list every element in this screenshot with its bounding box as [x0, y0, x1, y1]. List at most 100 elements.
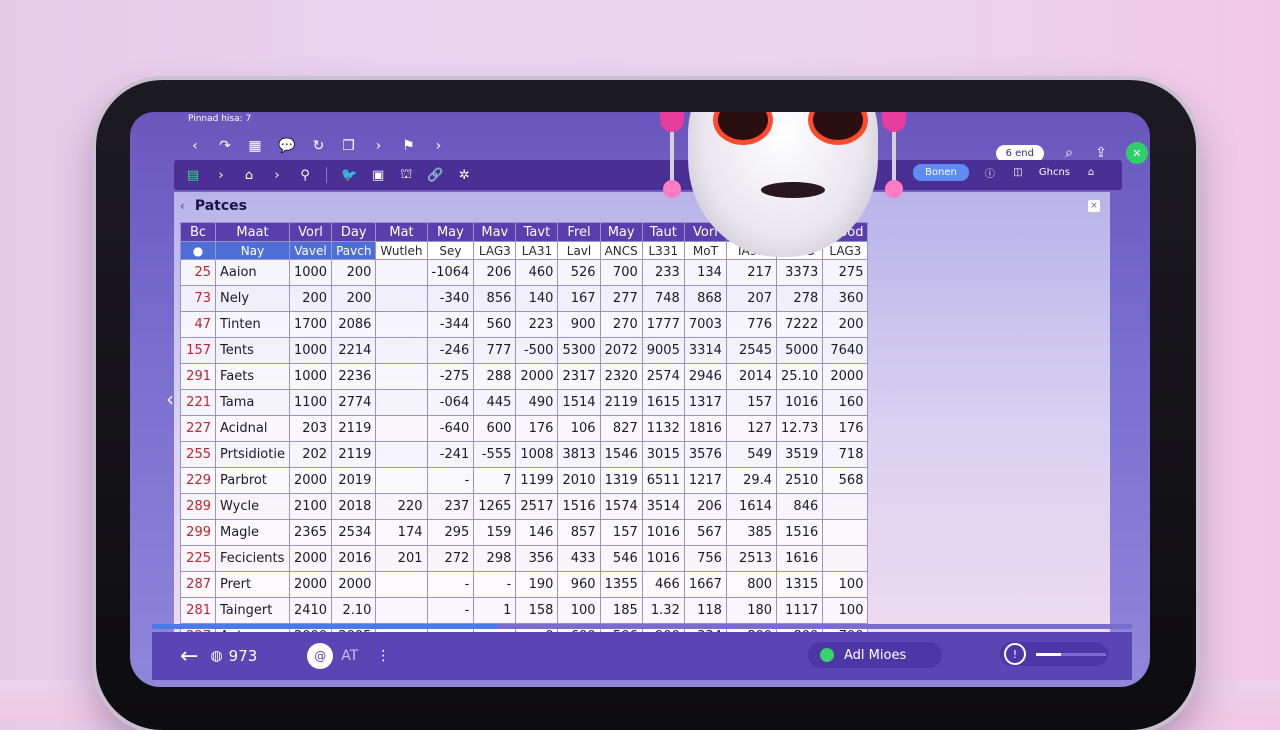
table-cell[interactable]: 1777 — [641, 311, 685, 338]
table-cell[interactable]: 2410 — [288, 597, 333, 624]
table-cell[interactable]: 2320 — [599, 363, 643, 390]
table-cell[interactable]: 2513 — [725, 545, 778, 572]
table-row[interactable]: 47 Tinten 1700 2086 -344 560 223 900 270 1777 7003… — [180, 311, 869, 338]
table-cell[interactable]: -344 — [426, 311, 475, 338]
table-cell[interactable]: 174 — [375, 519, 428, 546]
table-cell[interactable]: 140 — [515, 285, 559, 312]
table-cell[interactable]: 800 — [725, 571, 778, 598]
table-cell[interactable]: 295 — [426, 519, 475, 546]
copy-icon[interactable]: ❐ — [341, 138, 355, 154]
column-subheader[interactable]: Wutleh — [375, 241, 428, 260]
table-cell[interactable]: 227 — [180, 415, 216, 442]
table-cell[interactable]: 2.10 — [331, 597, 377, 624]
back-icon[interactable]: ‹ — [188, 138, 202, 154]
table-cell[interactable]: 2365 — [288, 519, 333, 546]
table-cell[interactable]: 1574 — [599, 493, 643, 520]
table-cell[interactable]: 1319 — [599, 467, 643, 494]
table-cell[interactable]: 385 — [725, 519, 778, 546]
table-cell[interactable]: 2000 — [288, 467, 333, 494]
redo-icon[interactable]: ↷ — [218, 138, 232, 154]
table-cell[interactable] — [375, 467, 428, 494]
table-cell[interactable]: 2774 — [331, 389, 377, 416]
table-cell[interactable]: 868 — [683, 285, 727, 312]
table-cell[interactable]: 900 — [557, 311, 601, 338]
table-cell[interactable]: 73 — [180, 285, 216, 312]
table-cell[interactable]: 2018 — [331, 493, 377, 520]
table-cell[interactable]: 360 — [822, 285, 869, 312]
table-row[interactable]: 157 Tents 1000 2214 -246 777 -500 5300 2072 9005 3… — [180, 337, 869, 364]
table-cell[interactable]: Fecicients — [215, 545, 290, 572]
table-cell[interactable]: - — [426, 467, 475, 494]
table-cell[interactable]: 6511 — [641, 467, 685, 494]
table-cell[interactable]: 2119 — [599, 389, 643, 416]
table-cell[interactable]: 756 — [683, 545, 727, 572]
table-cell[interactable]: 827 — [599, 415, 643, 442]
table-cell[interactable]: 567 — [683, 519, 727, 546]
table-cell[interactable]: 299 — [180, 519, 216, 546]
table-cell[interactable]: 2214 — [331, 337, 377, 364]
table-cell[interactable]: 1016 — [776, 389, 824, 416]
table-cell[interactable]: 1.32 — [641, 597, 685, 624]
column-subheader[interactable]: LA31 — [515, 241, 559, 260]
table-cell[interactable]: 2119 — [331, 415, 377, 442]
table-cell[interactable]: 2119 — [331, 441, 377, 468]
table-cell[interactable]: 206 — [683, 493, 727, 520]
column-header[interactable]: Frel — [557, 222, 601, 242]
table-cell[interactable]: 237 — [426, 493, 475, 520]
table-cell[interactable]: 118 — [683, 597, 727, 624]
panel-back-icon[interactable]: ‹ — [180, 199, 185, 213]
back-arrow-icon[interactable]: ← — [180, 644, 198, 669]
table-cell[interactable] — [375, 337, 428, 364]
table-cell[interactable]: -246 — [426, 337, 475, 364]
table-cell[interactable]: 356 — [515, 545, 559, 572]
table-cell[interactable]: 3373 — [776, 259, 824, 286]
table-row[interactable]: 289 Wycle 2100 2018 220 237 1265 2517 1516 1574 35… — [180, 493, 869, 520]
table-row[interactable]: 281 Taingert 2410 2.10-1 158 100 185 1.32 118 180… — [180, 597, 869, 624]
table-cell[interactable]: 2019 — [331, 467, 377, 494]
table-cell[interactable]: 1317 — [683, 389, 727, 416]
table-cell[interactable]: 7222 — [776, 311, 824, 338]
more-icon[interactable]: ⋮ — [376, 648, 390, 664]
table-cell[interactable]: 12.73 — [776, 415, 824, 442]
table-cell[interactable]: 272 — [426, 545, 475, 572]
chevron-right-icon[interactable]: › — [270, 168, 284, 183]
table-cell[interactable]: -241 — [426, 441, 475, 468]
mode-pill[interactable]: 6 end — [995, 144, 1044, 162]
table-cell[interactable]: 278 — [776, 285, 824, 312]
table-cell[interactable]: 3519 — [776, 441, 824, 468]
table-cell[interactable]: 2517 — [515, 493, 559, 520]
twitter-icon[interactable]: 🐦 — [341, 168, 357, 183]
table-cell[interactable]: 856 — [473, 285, 517, 312]
table-cell[interactable]: 2317 — [557, 363, 601, 390]
table-cell[interactable]: 255 — [180, 441, 216, 468]
table-cell[interactable]: 748 — [641, 285, 685, 312]
at-icon[interactable]: @ — [307, 643, 334, 669]
table-cell[interactable]: 2534 — [331, 519, 377, 546]
table-cell[interactable]: 3015 — [641, 441, 685, 468]
flag-icon[interactable]: ⚑ — [401, 138, 415, 154]
table-cell[interactable]: 568 — [822, 467, 869, 494]
table-cell[interactable] — [375, 597, 428, 624]
column-subheader[interactable]: Sey — [426, 241, 475, 260]
table-cell[interactable]: 2000 — [822, 363, 869, 390]
table-cell[interactable]: Tama — [215, 389, 290, 416]
table-cell[interactable]: 200 — [822, 311, 869, 338]
panel-icon[interactable]: ◫ — [1011, 167, 1025, 178]
table-cell[interactable]: 270 — [599, 311, 643, 338]
table-cell[interactable]: 25 — [180, 259, 216, 286]
table-cell[interactable]: 1016 — [641, 519, 685, 546]
table-cell[interactable]: 433 — [557, 545, 601, 572]
table-cell[interactable]: 185 — [599, 597, 643, 624]
table-cell[interactable]: 3576 — [683, 441, 727, 468]
table-cell[interactable]: Prtsidiotie — [215, 441, 290, 468]
table-cell[interactable]: 100 — [822, 571, 869, 598]
table-cell[interactable]: Wycle — [215, 493, 290, 520]
table-cell[interactable]: 9005 — [641, 337, 685, 364]
table-cell[interactable]: 2510 — [776, 467, 824, 494]
table-row[interactable]: 225 Fecicients 2000 2016 201 272 298 356 433 546 1… — [180, 545, 869, 572]
table-cell[interactable]: 777 — [473, 337, 517, 364]
table-cell[interactable]: 2016 — [331, 545, 377, 572]
table-cell[interactable]: 223 — [515, 311, 559, 338]
table-cell[interactable]: 201 — [375, 545, 428, 572]
table-cell[interactable]: 460 — [515, 259, 559, 286]
